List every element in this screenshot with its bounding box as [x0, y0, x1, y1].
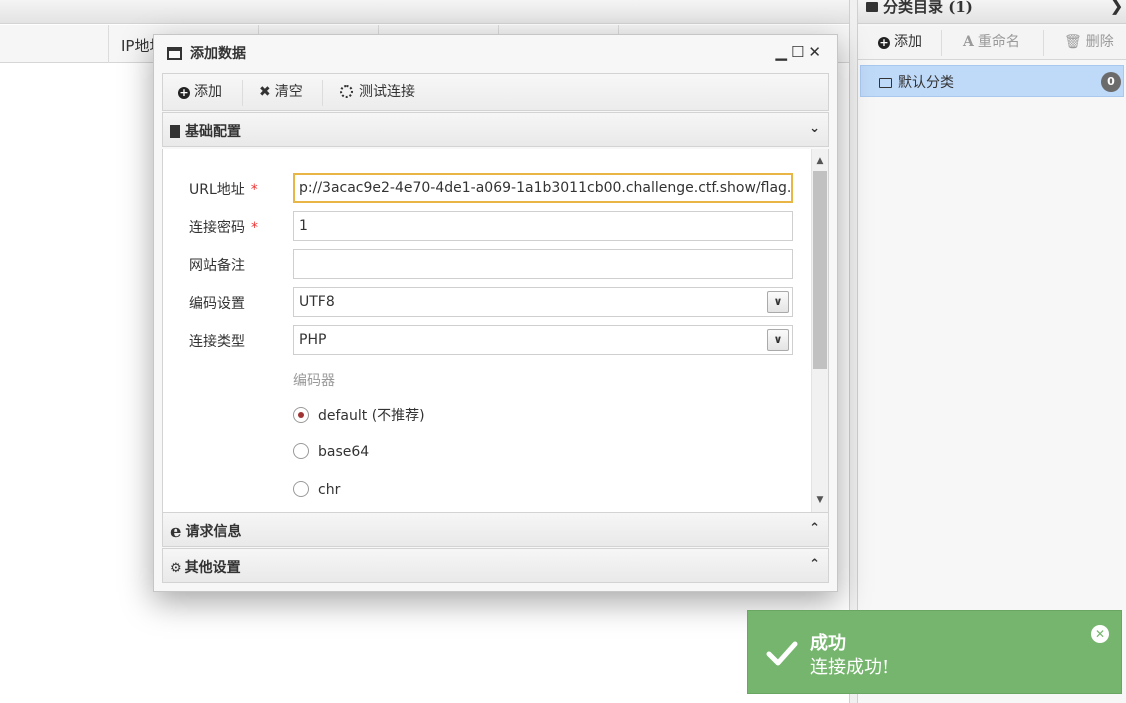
toast-message: 连接成功! [810, 657, 890, 678]
category-add-button[interactable]: + 添加 [878, 32, 922, 54]
toolbar-divider [941, 30, 942, 56]
password-input[interactable]: 1 [293, 211, 793, 241]
close-icon[interactable]: ✕ [808, 43, 825, 61]
category-item-default[interactable]: 默认分类 0 [860, 65, 1124, 97]
section-request-title: 请求信息 [185, 524, 242, 540]
section-basic-config[interactable]: 基础配置 ⌄ [162, 112, 829, 147]
panel-splitter[interactable] [849, 0, 858, 703]
dialog-title: 添加数据 [190, 46, 246, 62]
main-header-bar [0, 0, 850, 24]
category-add-label: 添加 [894, 34, 922, 50]
minimize-icon[interactable]: ▁ [775, 43, 791, 61]
encoding-select-value: UTF8 [299, 294, 335, 310]
font-icon: A [963, 34, 974, 50]
connection-type-value: PHP [299, 332, 327, 348]
radio-encoder-base64[interactable]: base64 [293, 443, 369, 465]
dialog-add-button[interactable]: + 添加 [178, 82, 222, 104]
dialog-clear-label: 清空 [274, 84, 303, 100]
document-icon [170, 125, 180, 138]
chevron-down-icon[interactable]: ∨ [767, 329, 789, 351]
section-other-title: 其他设置 [184, 560, 241, 576]
test-connection-button[interactable]: 测试连接 [340, 82, 415, 104]
category-count-badge: 0 [1101, 72, 1121, 92]
required-mark: * [250, 182, 258, 198]
radio-encoder-chr[interactable]: chr [293, 481, 340, 503]
category-toolbar: + 添加 A 重命名 🗑 删除 [858, 26, 1126, 60]
radio-button[interactable] [293, 443, 309, 459]
add-circle-icon: + [178, 86, 190, 99]
toast-close-icon[interactable]: ✕ [1091, 625, 1109, 643]
form-row-password: 连接密码 * 1 [163, 211, 803, 241]
add-data-dialog: 添加数据 ▁☐✕ + 添加 ✖ 清空 测试连接 基础配置 ⌄ URL地址 * p://… [153, 34, 838, 592]
test-connection-label: 测试连接 [359, 84, 415, 100]
category-rename-button[interactable]: A 重命名 [963, 32, 1020, 54]
scroll-down-icon[interactable]: ▼ [812, 492, 828, 508]
url-input[interactable]: p://3acac9e2-4e70-4de1-a069-1a1b3011cb00… [293, 173, 793, 203]
dialog-clear-button[interactable]: ✖ 清空 [259, 82, 303, 104]
ie-icon: e [170, 521, 182, 542]
category-item-label: 默认分类 [898, 75, 954, 91]
note-label: 网站备注 [189, 258, 245, 274]
encoding-label: 编码设置 [189, 296, 245, 312]
category-panel-header: 分类目录 (1) ❯ [858, 0, 1126, 24]
category-panel-title: 分类目录 (1) [883, 0, 973, 16]
section-other-settings[interactable]: ⚙ 其他设置 ⌃ [162, 548, 829, 583]
category-rename-label: 重命名 [977, 34, 1020, 50]
password-label: 连接密码 * [189, 220, 258, 236]
gears-icon: ⚙ [170, 561, 182, 576]
toolbar-divider [1043, 30, 1044, 56]
section-basic-title: 基础配置 [185, 124, 241, 140]
radio-label: base64 [318, 444, 370, 460]
category-panel: 分类目录 (1) ❯ + 添加 A 重命名 🗑 删除 默认分类 0 [858, 0, 1126, 703]
folder-icon [879, 78, 892, 88]
folder-icon [866, 2, 878, 12]
maximize-icon[interactable]: ☐ [791, 43, 808, 61]
url-label: URL地址 * [189, 182, 258, 198]
required-mark: * [251, 220, 258, 236]
toast-title: 成功 [810, 633, 846, 654]
radio-label: default (不推荐) [318, 408, 425, 424]
type-label: 连接类型 [189, 334, 245, 350]
chevron-down-icon: ⌄ [809, 121, 820, 136]
basic-config-form: URL地址 * p://3acac9e2-4e70-4de1-a069-1a1b3… [162, 149, 829, 512]
toolbar-divider [322, 80, 323, 106]
toolbar-divider [242, 80, 243, 106]
note-input[interactable] [293, 249, 793, 279]
encoding-select[interactable]: UTF8 ∨ [293, 287, 793, 317]
form-row-encoding: 编码设置 UTF8 ∨ [163, 287, 803, 317]
radio-button[interactable] [293, 481, 309, 497]
connection-type-select[interactable]: PHP ∨ [293, 325, 793, 355]
add-circle-icon: + [878, 36, 890, 49]
chevron-right-icon[interactable]: ❯ [1110, 0, 1123, 14]
category-delete-button[interactable]: 🗑 删除 [1064, 32, 1114, 54]
encoder-label: 编码器 [293, 373, 335, 389]
scrollbar-thumb[interactable] [813, 171, 827, 369]
form-row-url: URL地址 * p://3acac9e2-4e70-4de1-a069-1a1b3… [163, 173, 803, 203]
radio-button[interactable] [293, 407, 309, 423]
window-icon [167, 47, 182, 60]
checkmark-icon [766, 641, 798, 666]
form-scrollbar[interactable]: ▲ ▼ [811, 149, 828, 512]
section-request-info[interactable]: e 请求信息 ⌃ [162, 512, 829, 547]
trash-icon: 🗑 [1064, 34, 1082, 50]
chevron-down-icon[interactable]: ∨ [767, 291, 789, 313]
chevron-up-icon: ⌃ [809, 521, 820, 536]
dialog-toolbar: + 添加 ✖ 清空 测试连接 [162, 73, 829, 111]
form-row-type: 连接类型 PHP ∨ [163, 325, 803, 355]
chevron-up-icon: ⌃ [809, 557, 820, 572]
scroll-up-icon[interactable]: ▲ [812, 153, 828, 169]
category-delete-label: 删除 [1085, 34, 1114, 50]
success-toast: 成功 连接成功! ✕ [747, 610, 1122, 694]
form-row-note: 网站备注 [163, 249, 803, 279]
radio-encoder-default[interactable]: default (不推荐) [293, 405, 425, 427]
dialog-add-label: 添加 [194, 84, 222, 100]
dialog-titlebar[interactable]: 添加数据 ▁☐✕ [154, 35, 837, 71]
x-icon: ✖ [259, 84, 271, 100]
radio-label: chr [318, 482, 341, 498]
spinner-icon [340, 85, 353, 98]
